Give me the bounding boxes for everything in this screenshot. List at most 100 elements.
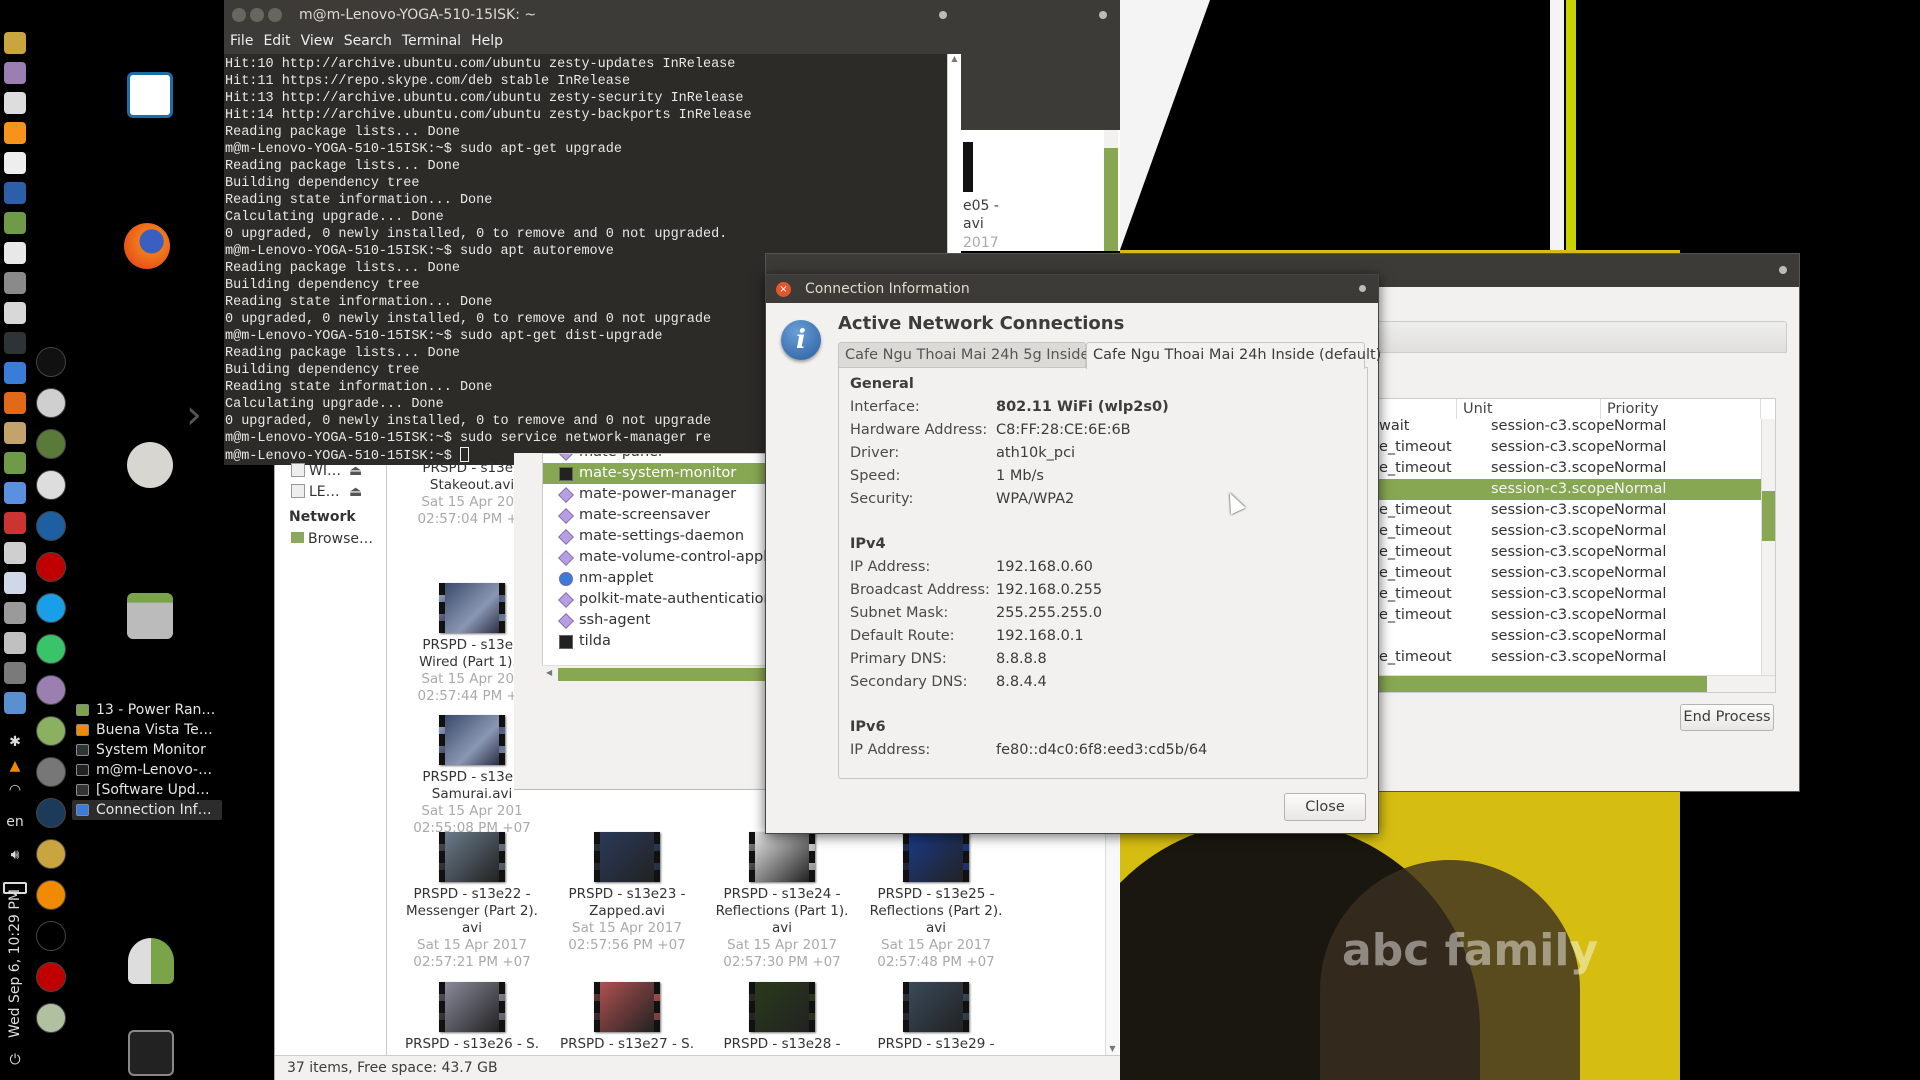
- bluetooth-icon[interactable]: [36, 921, 66, 951]
- disk-icon[interactable]: [4, 602, 26, 624]
- system-monitor-icon[interactable]: [4, 332, 26, 354]
- webcam-icon[interactable]: [36, 470, 66, 500]
- atom-icon[interactable]: [36, 798, 66, 828]
- trash-icon[interactable]: [128, 1030, 174, 1076]
- settings-icon[interactable]: [4, 452, 26, 474]
- sidebar-item-drive[interactable]: LE… ⏏: [291, 484, 362, 500]
- filezilla-icon[interactable]: [36, 552, 66, 582]
- hanger-icon[interactable]: [36, 716, 66, 746]
- table-row[interactable]: session-c3.scope Normal: [1327, 626, 1762, 647]
- electrum-icon[interactable]: [36, 511, 66, 541]
- table-row[interactable]: e_timeout session-c3.scope Normal: [1327, 521, 1762, 542]
- workspace-switcher-icon[interactable]: [4, 242, 26, 264]
- filezilla-2-icon[interactable]: [36, 962, 66, 992]
- table-row[interactable]: session-c3.scope Normal: [1327, 479, 1762, 500]
- file-item[interactable]: PRSPD - s13e24 - Reflections (Part 1). avi…: [707, 832, 857, 971]
- send-icon[interactable]: [36, 634, 66, 664]
- caliper-icon[interactable]: [36, 757, 66, 787]
- mattermost-icon[interactable]: [36, 593, 66, 623]
- bitcoin-icon[interactable]: [4, 122, 26, 144]
- table-row[interactable]: e_timeout session-c3.scope Normal: [1327, 584, 1762, 605]
- horizontal-scrollbar[interactable]: [1327, 675, 1775, 692]
- window-list-icon[interactable]: [4, 272, 26, 294]
- keyboard-layout[interactable]: en: [0, 814, 30, 830]
- cheese-icon[interactable]: [4, 62, 26, 84]
- cheese-webcam-icon[interactable]: [36, 675, 66, 705]
- menu-terminal[interactable]: Terminal: [402, 33, 461, 49]
- taskbar-item[interactable]: Buena Vista Te…: [72, 720, 222, 740]
- end-process-button[interactable]: End Process: [1680, 704, 1774, 731]
- taskbar-item[interactable]: m@m-Lenovo-…: [72, 760, 222, 780]
- close-icon[interactable]: ×: [776, 282, 791, 297]
- logout-icon[interactable]: [4, 692, 26, 714]
- process-row[interactable]: ssh-agent: [543, 610, 781, 631]
- spreadsheet-icon[interactable]: [4, 212, 26, 234]
- update-icon[interactable]: [4, 662, 26, 684]
- terminal-titlebar[interactable]: m@m-Lenovo-YOGA-510-15ISK: ~: [224, 0, 1120, 30]
- process-row[interactable]: tilda: [543, 631, 781, 652]
- libreoffice-writer-icon[interactable]: [127, 72, 173, 118]
- menu-dot-icon[interactable]: [939, 11, 947, 19]
- calculator-icon[interactable]: [4, 182, 26, 204]
- table-row[interactable]: e_timeout session-c3.scope Normal: [1327, 542, 1762, 563]
- vertical-scrollbar[interactable]: [1761, 419, 1775, 675]
- disk-utility-icon[interactable]: [4, 632, 26, 654]
- file-item[interactable]: PRSPD - s13e23 - Zapped.avi Sat 15 Apr 201…: [552, 832, 702, 954]
- tab-connection-2[interactable]: Cafe Ngu Thoai Mai 24h Inside (default): [1086, 342, 1381, 369]
- file-item[interactable]: PRSPD - s13e25 - Reflections (Part 2). avi…: [861, 832, 1011, 971]
- menu-file[interactable]: File: [230, 33, 253, 49]
- process-row[interactable]: polkit-mate-authentication-agent: [543, 589, 781, 610]
- table-row[interactable]: e_timeout session-c3.scope Normal: [1327, 458, 1762, 479]
- file-item[interactable]: PRSPD - s13e29 -: [861, 982, 1011, 1053]
- table-row[interactable]: wait session-c3.scope Normal: [1327, 416, 1762, 437]
- file-item[interactable]: PRSPD - s13e27 - S.: [552, 982, 702, 1053]
- file-item[interactable]: PRSPD - s13e22 - Messenger (Part 2). avi Sa…: [397, 832, 547, 971]
- process-row[interactable]: mate-panel: [543, 454, 781, 463]
- menu-search[interactable]: Search: [344, 33, 392, 49]
- volume-icon[interactable]: 🔊︎: [0, 847, 30, 863]
- wifi-icon[interactable]: ◠: [0, 782, 30, 798]
- maximize-icon[interactable]: [268, 8, 282, 22]
- text-editor-icon[interactable]: [4, 152, 26, 174]
- table-row[interactable]: e_timeout session-c3.scope Normal: [1327, 500, 1762, 521]
- obs-icon[interactable]: [36, 347, 66, 377]
- menu-help[interactable]: Help: [471, 33, 503, 49]
- sidebar-item-drive[interactable]: WI… ⏏: [291, 463, 362, 479]
- lock-screen-icon[interactable]: [4, 542, 26, 564]
- menu-dot-icon[interactable]: [1779, 266, 1787, 274]
- process-row[interactable]: mate-volume-control-applet: [543, 547, 781, 568]
- dialog-titlebar[interactable]: × Connection Information: [766, 275, 1378, 303]
- chevron-right-icon[interactable]: ›: [186, 392, 202, 438]
- media-player-icon[interactable]: [4, 362, 26, 384]
- software-icon[interactable]: [4, 302, 26, 324]
- gnome-disks-icon[interactable]: [36, 388, 66, 418]
- dogecoin-wallet-icon[interactable]: [36, 839, 66, 869]
- clock[interactable]: Wed Sep 6, 10:29 PM: [7, 889, 23, 1038]
- dogecoin-icon[interactable]: [4, 32, 26, 54]
- close-button[interactable]: Close: [1284, 793, 1366, 821]
- taskbar-item[interactable]: [Software Upd…: [72, 780, 222, 800]
- file-item[interactable]: PRSPD - s13e28 -: [707, 982, 857, 1053]
- menu-view[interactable]: View: [301, 33, 334, 49]
- archive-icon[interactable]: [4, 422, 26, 444]
- file-item[interactable]: PRSPD - s13e26 - S.: [397, 982, 547, 1053]
- horizontal-scrollbar[interactable]: ◀: [542, 665, 782, 683]
- network-icon[interactable]: [4, 572, 26, 594]
- process-row[interactable]: mate-power-manager: [543, 484, 781, 505]
- taskbar-item[interactable]: Connection Inf…: [72, 800, 222, 820]
- file-cabinet-icon[interactable]: [127, 593, 173, 639]
- sidebar-item-browse-network[interactable]: Browse…: [291, 531, 373, 547]
- taskbar-item[interactable]: 13 - Power Ran…: [72, 700, 222, 720]
- table-row[interactable]: e_timeout session-c3.scope Normal: [1327, 605, 1762, 626]
- menu-dot-icon[interactable]: [1099, 11, 1107, 19]
- eject-icon[interactable]: ⏏: [349, 484, 362, 500]
- vlc-icon[interactable]: [36, 880, 66, 910]
- process-row[interactable]: nm-applet: [543, 568, 781, 589]
- minimize-icon[interactable]: [250, 8, 264, 22]
- taskbar-item[interactable]: System Monitor: [72, 740, 222, 760]
- image-viewer-icon[interactable]: [36, 1003, 66, 1033]
- table-row[interactable]: e_timeout session-c3.scope Normal: [1327, 647, 1762, 668]
- joystick-icon[interactable]: [4, 512, 26, 534]
- audacity-icon[interactable]: [4, 392, 26, 414]
- menu-dot-icon[interactable]: [1359, 285, 1366, 292]
